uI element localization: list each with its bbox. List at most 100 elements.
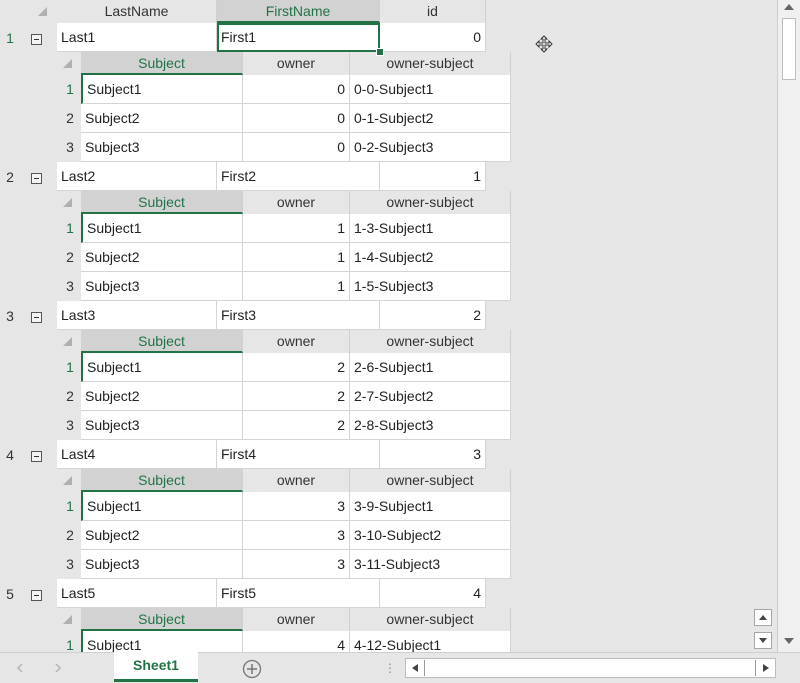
child-cell-subject[interactable]: Subject3 — [81, 550, 243, 579]
scroll-left-arrow-icon[interactable] — [408, 661, 422, 675]
add-sheet-icon[interactable] — [242, 659, 262, 679]
child-cell-owner[interactable]: 0 — [243, 133, 350, 162]
scrollbar-thumb[interactable] — [782, 18, 796, 80]
child-cell-subject[interactable]: Subject3 — [81, 133, 243, 162]
parent-cell-id[interactable]: 0 — [380, 23, 486, 52]
parent-cell-firstname[interactable]: First5 — [217, 579, 380, 608]
child-cell-owner-subject[interactable]: 2-7-Subject2 — [350, 382, 511, 411]
child-column-header-owner-subject[interactable]: owner-subject — [350, 469, 511, 492]
child-column-header-owner-subject[interactable]: owner-subject — [350, 52, 511, 75]
parent-cell-id[interactable]: 1 — [380, 162, 486, 191]
child-column-header-owner-subject[interactable]: owner-subject — [350, 330, 511, 353]
child-column-header-owner[interactable]: owner — [243, 330, 350, 353]
collapse-toggle-icon[interactable] — [31, 34, 42, 45]
collapse-toggle-icon[interactable] — [31, 451, 42, 462]
vertical-scrollbar[interactable] — [777, 0, 800, 652]
child-select-all-icon[interactable] — [63, 198, 72, 207]
child-cell-owner-subject[interactable]: 0-0-Subject1 — [350, 75, 511, 104]
tab-sheet1[interactable]: Sheet1 — [114, 652, 198, 682]
parent-cell-firstname[interactable]: First1 — [217, 23, 380, 52]
scroll-down-arrow-icon[interactable] — [781, 634, 797, 648]
parent-cell-firstname[interactable]: First3 — [217, 301, 380, 330]
child-select-all-icon[interactable] — [63, 59, 72, 68]
child-select-all-icon[interactable] — [63, 615, 72, 624]
child-cell-subject[interactable]: Subject3 — [81, 272, 243, 301]
child-column-header-owner[interactable]: owner — [243, 608, 350, 631]
scroll-right-arrow-icon[interactable] — [759, 661, 773, 675]
child-column-header-subject[interactable]: Subject — [81, 469, 243, 492]
child-cell-owner-subject[interactable]: 3-10-Subject2 — [350, 521, 511, 550]
prev-sheet-arrow-icon[interactable] — [14, 661, 26, 675]
collapse-toggle-icon[interactable] — [31, 312, 42, 323]
child-cell-owner[interactable]: 3 — [243, 550, 350, 579]
child-cell-owner-subject[interactable]: 0-1-Subject2 — [350, 104, 511, 133]
column-header-firstname[interactable]: FirstName — [217, 0, 380, 23]
child-cell-owner-subject[interactable]: 2-8-Subject3 — [350, 411, 511, 440]
next-sheet-arrow-icon[interactable] — [52, 661, 64, 675]
child-column-header-owner[interactable]: owner — [243, 191, 350, 214]
parent-row-number: 2 — [6, 169, 14, 185]
child-cell-owner-subject[interactable]: 3-11-Subject3 — [350, 550, 511, 579]
collapse-toggle-icon[interactable] — [31, 173, 42, 184]
parent-cell-lastname[interactable]: Last2 — [57, 162, 217, 191]
parent-cell-lastname[interactable]: Last3 — [57, 301, 217, 330]
parent-cell-id[interactable]: 4 — [380, 579, 486, 608]
child-cell-subject[interactable]: Subject2 — [81, 243, 243, 272]
horizontal-scrollbar[interactable] — [405, 658, 776, 678]
child-cell-subject[interactable]: Subject1 — [81, 353, 243, 382]
child-column-header-owner-subject[interactable]: owner-subject — [350, 608, 511, 631]
child-cell-subject[interactable]: Subject1 — [81, 492, 243, 521]
child-select-all-icon[interactable] — [63, 337, 72, 346]
child-cell-owner-subject[interactable]: 0-2-Subject3 — [350, 133, 511, 162]
child-column-header-owner[interactable]: owner — [243, 52, 350, 75]
child-column-header-subject[interactable]: Subject — [81, 330, 243, 353]
child-cell-owner[interactable]: 2 — [243, 382, 350, 411]
child-column-header-subject[interactable]: Subject — [81, 52, 243, 75]
child-cell-owner-subject[interactable]: 3-9-Subject1 — [350, 492, 511, 521]
child-select-all-icon[interactable] — [63, 476, 72, 485]
child-cell-owner[interactable]: 0 — [243, 104, 350, 133]
collapse-toggle-icon[interactable] — [31, 590, 42, 601]
child-cell-owner[interactable]: 0 — [243, 75, 350, 104]
child-cell-subject[interactable]: Subject1 — [81, 214, 243, 243]
column-header-id[interactable]: id — [380, 0, 486, 23]
column-header-lastname[interactable]: LastName — [57, 0, 217, 23]
child-cell-owner[interactable]: 2 — [243, 353, 350, 382]
child-cell-subject[interactable]: Subject2 — [81, 521, 243, 550]
child-column-header-subject[interactable]: Subject — [81, 191, 243, 214]
child-cell-owner[interactable]: 1 — [243, 243, 350, 272]
scroll-up-arrow-icon[interactable] — [781, 0, 797, 14]
child-cell-owner[interactable]: 1 — [243, 214, 350, 243]
split-up-button-icon[interactable] — [754, 609, 772, 626]
parent-cell-firstname[interactable]: First2 — [217, 162, 380, 191]
child-row-number: 2 — [66, 388, 74, 404]
child-column-header-owner[interactable]: owner — [243, 469, 350, 492]
hscroll-thumb[interactable] — [424, 660, 756, 676]
child-cell-subject[interactable]: Subject3 — [81, 411, 243, 440]
fill-handle[interactable] — [376, 48, 384, 56]
tab-split-handle-icon[interactable]: ⋮ — [384, 661, 396, 675]
child-cell-owner-subject[interactable]: 1-3-Subject1 — [350, 214, 511, 243]
child-cell-owner[interactable]: 3 — [243, 492, 350, 521]
child-cell-subject[interactable]: Subject1 — [81, 75, 243, 104]
split-down-button-icon[interactable] — [754, 632, 772, 649]
child-cell-owner[interactable]: 3 — [243, 521, 350, 550]
child-column-header-subject[interactable]: Subject — [81, 608, 243, 631]
parent-cell-id[interactable]: 2 — [380, 301, 486, 330]
child-cell-subject[interactable]: Subject2 — [81, 104, 243, 133]
child-column-header-owner-subject[interactable]: owner-subject — [350, 191, 511, 214]
parent-cell-id[interactable]: 3 — [380, 440, 486, 469]
parent-cell-firstname[interactable]: First4 — [217, 440, 380, 469]
parent-cell-lastname[interactable]: Last1 — [57, 23, 217, 52]
child-row-number: 1 — [66, 220, 74, 236]
child-cell-subject[interactable]: Subject2 — [81, 382, 243, 411]
child-cell-owner[interactable]: 2 — [243, 411, 350, 440]
parent-cell-lastname[interactable]: Last4 — [57, 440, 217, 469]
child-cell-owner-subject[interactable]: 1-4-Subject2 — [350, 243, 511, 272]
child-cell-owner-subject[interactable]: 2-6-Subject1 — [350, 353, 511, 382]
parent-cell-lastname[interactable]: Last5 — [57, 579, 217, 608]
select-all-corner-icon[interactable] — [38, 7, 47, 16]
child-cell-owner[interactable]: 1 — [243, 272, 350, 301]
child-row-number: 1 — [66, 81, 74, 97]
child-cell-owner-subject[interactable]: 1-5-Subject3 — [350, 272, 511, 301]
